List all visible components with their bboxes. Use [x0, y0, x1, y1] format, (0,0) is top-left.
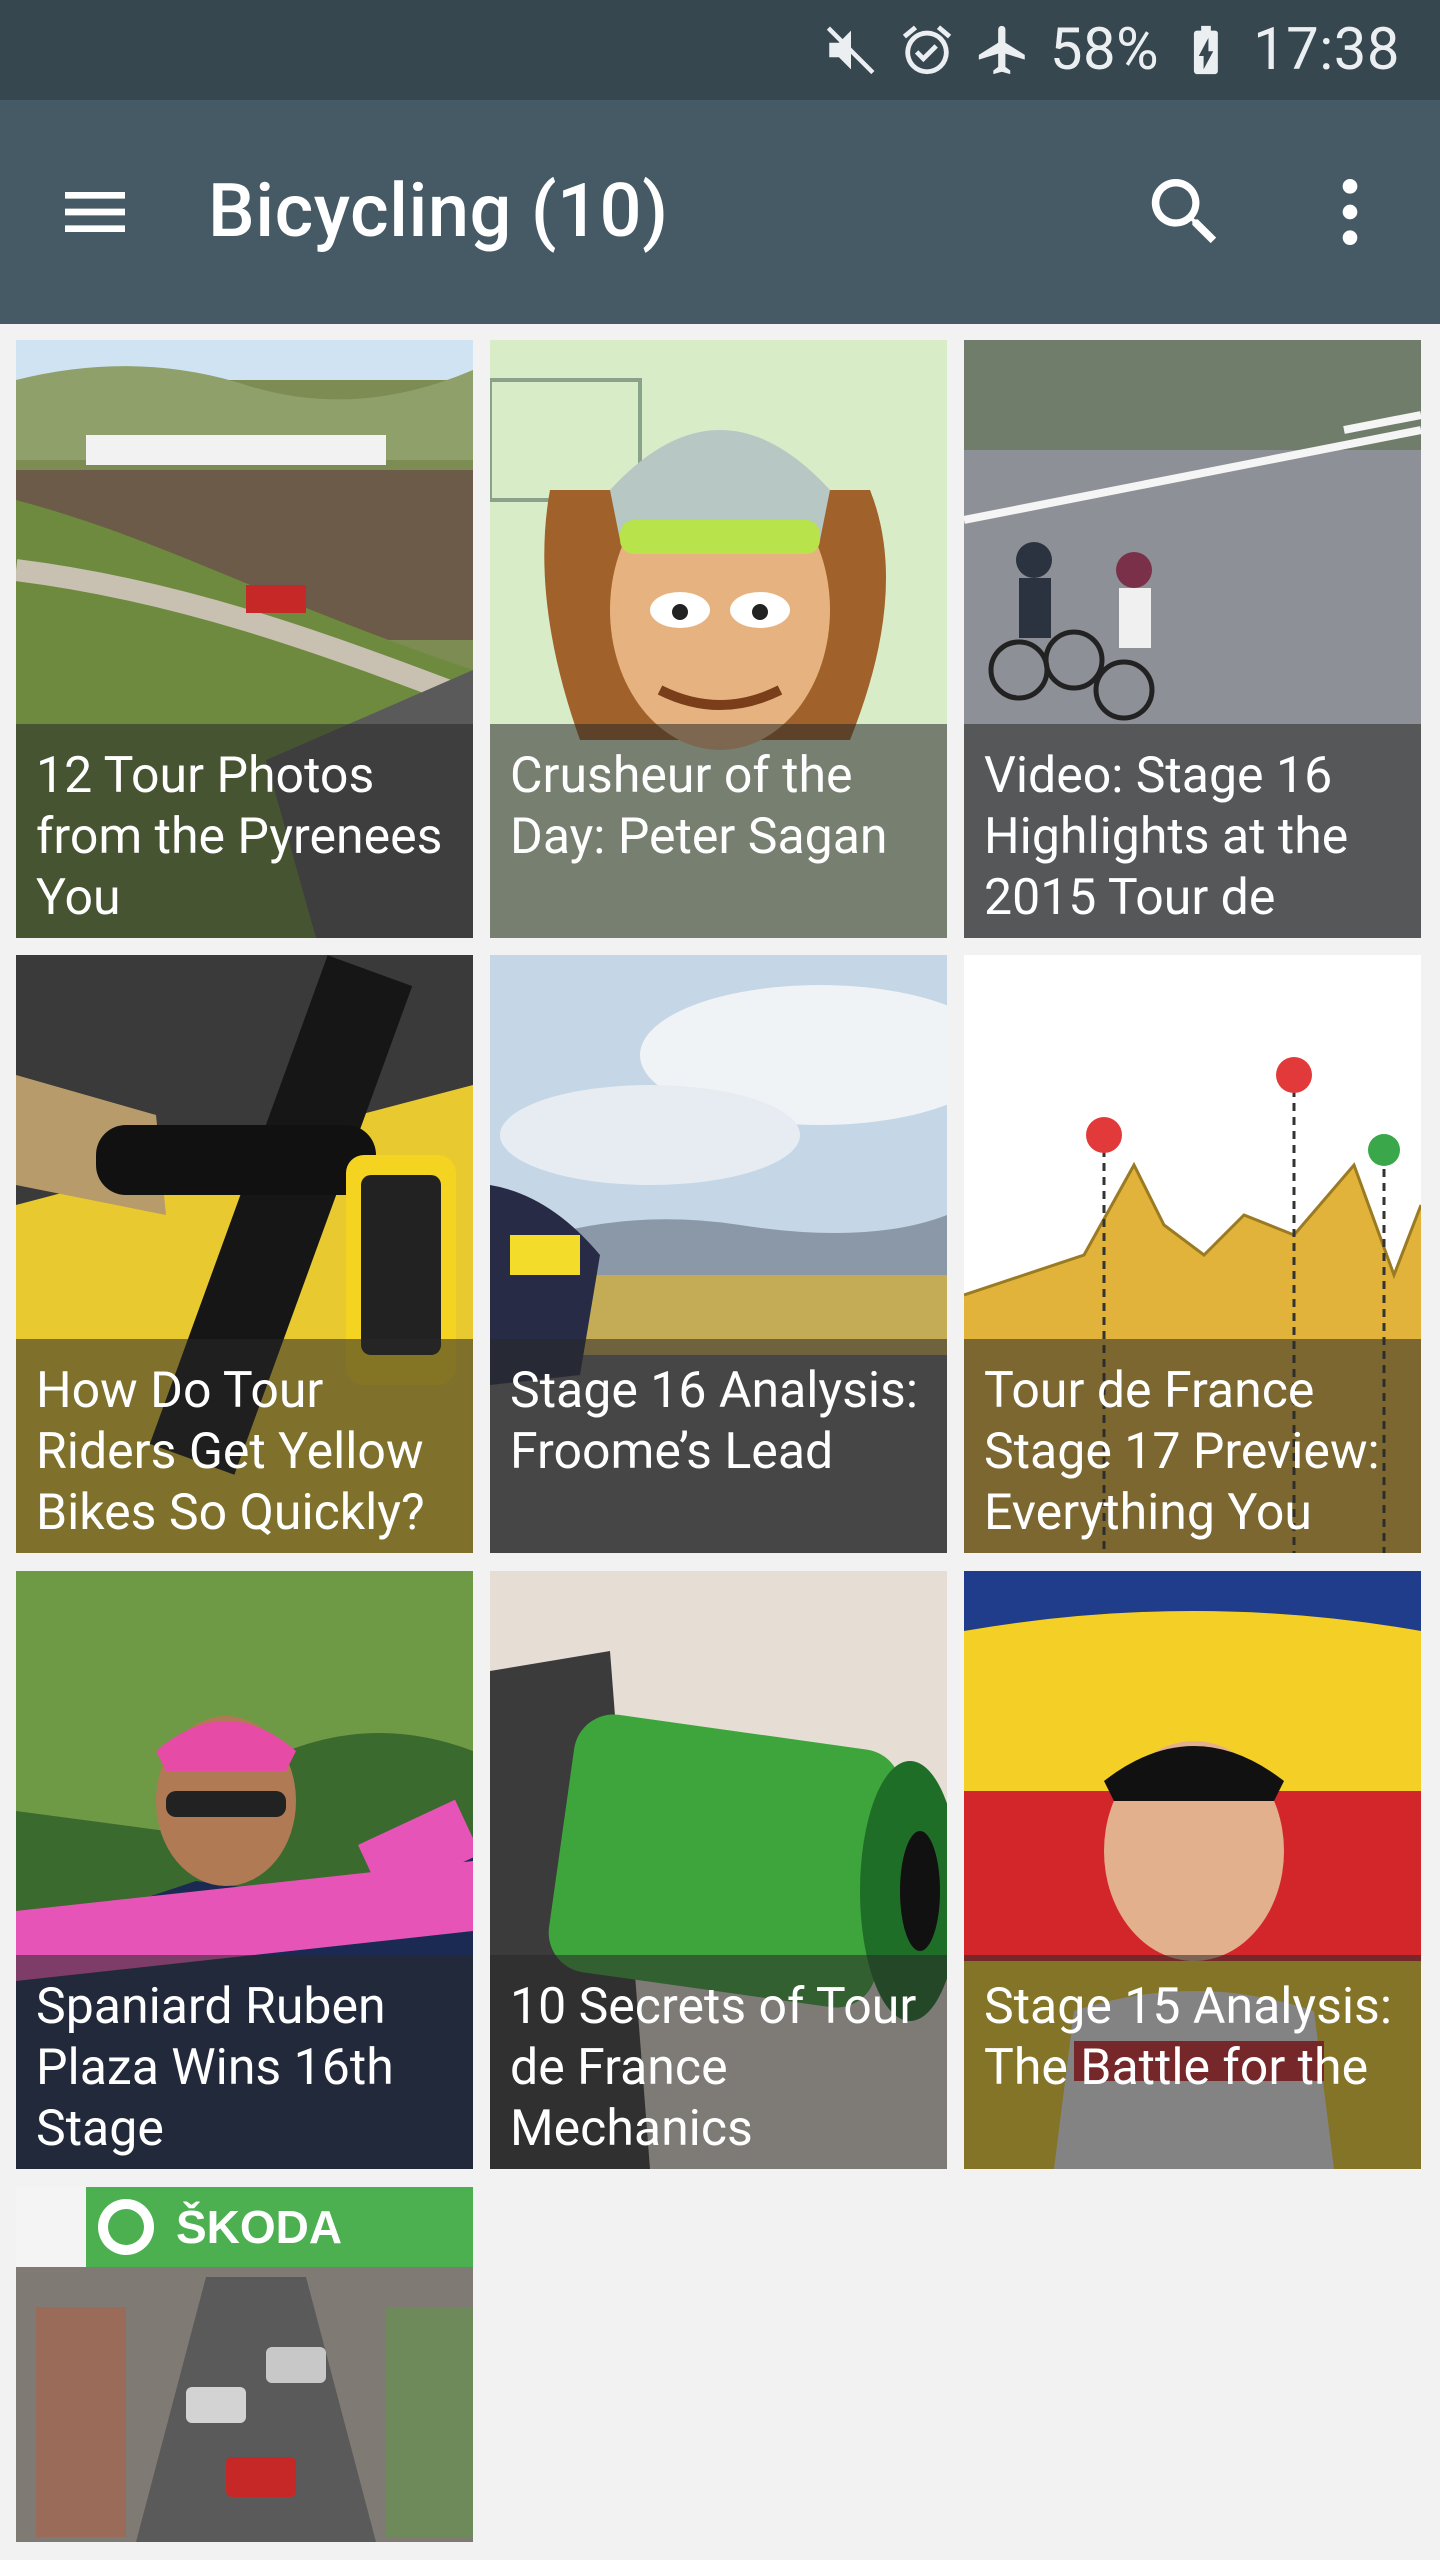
article-title: Stage 16 Analysis: Froome’s Lead	[510, 1362, 918, 1481]
article-title: 12 Tour Photos from the Pyrenees You	[36, 747, 443, 927]
airplane-icon	[974, 21, 1032, 79]
caption-overlay: Tour de France Stage 17 Preview: Everyth…	[964, 1339, 1421, 1553]
article-title: Crusheur of the Day: Peter Sagan	[510, 747, 888, 866]
alarm-icon	[898, 21, 956, 79]
status-bar: 58% 17:38	[0, 0, 1440, 100]
article-image-finish-line-skoda: ŠKODA	[16, 2187, 473, 2542]
article-tile[interactable]: Crusheur of the Day: Peter Sagan	[490, 340, 947, 938]
article-tile[interactable]: 10 Secrets of Tour de France Mechanics	[490, 1571, 947, 2169]
article-title: Spaniard Ruben Plaza Wins 16th Stage	[36, 1978, 394, 2158]
article-tile[interactable]: How Do Tour Riders Get Yellow Bikes So Q…	[16, 955, 473, 1553]
caption-overlay: How Do Tour Riders Get Yellow Bikes So Q…	[16, 1339, 473, 1553]
caption-overlay: 10 Secrets of Tour de France Mechanics	[490, 1955, 947, 2169]
caption-overlay: Crusheur of the Day: Peter Sagan	[490, 724, 947, 938]
page-title: Bicycling (10)	[208, 168, 669, 255]
banner-lettering: ŠKODA	[176, 2201, 342, 2253]
caption-overlay: 12 Tour Photos from the Pyrenees You	[16, 724, 473, 938]
article-tile[interactable]: Stage 16 Analysis: Froome’s Lead	[490, 955, 947, 1553]
article-title: How Do Tour Riders Get Yellow Bikes So Q…	[36, 1362, 425, 1542]
more-vert-icon	[1342, 179, 1358, 245]
app-bar: Bicycling (10)	[0, 100, 1440, 324]
menu-button[interactable]	[40, 162, 150, 262]
caption-overlay: Stage 15 Analysis: The Battle for the	[964, 1955, 1421, 2169]
article-tile[interactable]: 12 Tour Photos from the Pyrenees You	[16, 340, 473, 938]
article-title: Tour de France Stage 17 Preview: Everyth…	[984, 1362, 1380, 1542]
clock: 17:38	[1253, 16, 1400, 84]
mute-icon	[822, 21, 880, 79]
article-tile[interactable]: ŠKODA	[16, 2187, 473, 2542]
caption-overlay: Spaniard Ruben Plaza Wins 16th Stage	[16, 1955, 473, 2169]
article-tile[interactable]: Tour de France Stage 17 Preview: Everyth…	[964, 955, 1421, 1553]
article-tile[interactable]: Stage 15 Analysis: The Battle for the	[964, 1571, 1421, 2169]
battery-percent: 58%	[1049, 16, 1160, 84]
article-title: Video: Stage 16 Highlights at the 2015 T…	[984, 747, 1349, 927]
status-icons: 58% 17:38	[822, 0, 1400, 100]
caption-overlay: Stage 16 Analysis: Froome’s Lead	[490, 1339, 947, 1553]
caption-overlay: Video: Stage 16 Highlights at the 2015 T…	[964, 724, 1421, 938]
overflow-menu-button[interactable]	[1300, 162, 1400, 262]
article-tile[interactable]: Video: Stage 16 Highlights at the 2015 T…	[964, 340, 1421, 938]
article-tile[interactable]: Spaniard Ruben Plaza Wins 16th Stage	[16, 1571, 473, 2169]
battery-charging-icon	[1177, 21, 1235, 79]
article-title: 10 Secrets of Tour de France Mechanics	[510, 1978, 917, 2158]
search-icon	[1151, 179, 1217, 244]
article-title: Stage 15 Analysis: The Battle for the	[984, 1978, 1392, 2097]
search-button[interactable]	[1130, 162, 1240, 262]
menu-icon	[65, 192, 125, 232]
